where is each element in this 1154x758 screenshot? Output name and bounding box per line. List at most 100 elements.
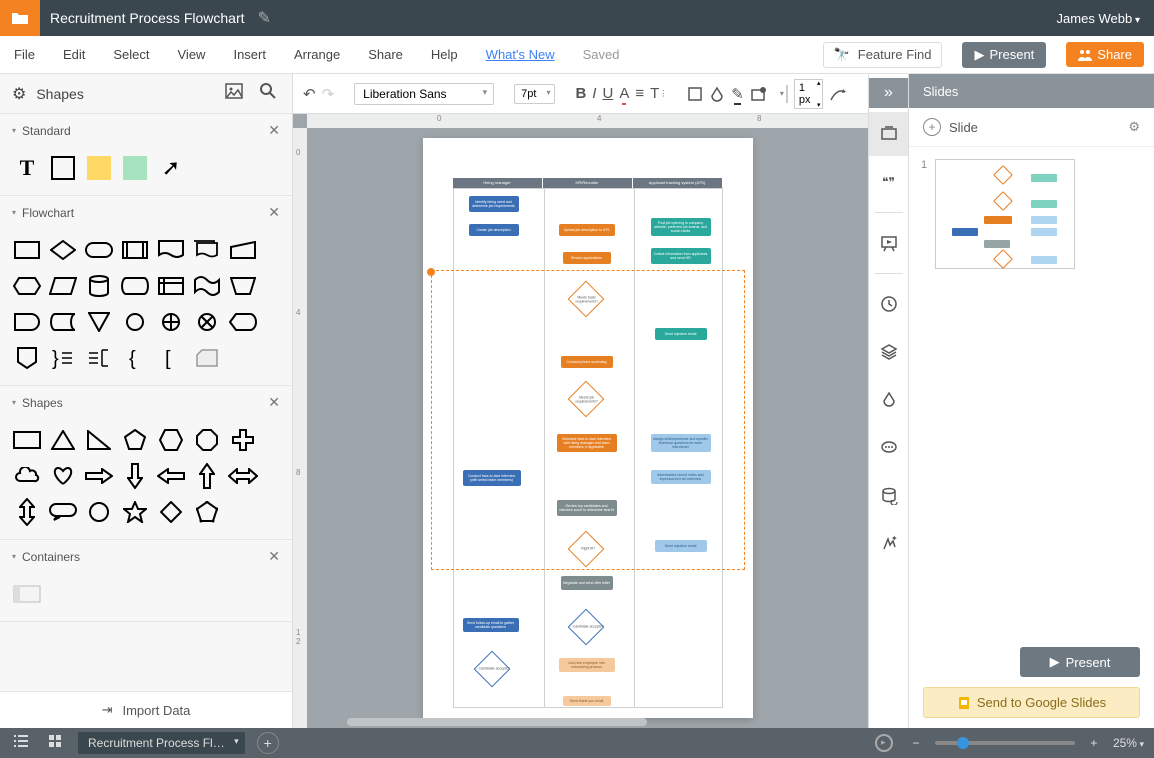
line-color-button[interactable]: ✎ bbox=[731, 82, 744, 106]
chat-tab-icon[interactable] bbox=[869, 426, 909, 470]
fc-delay[interactable] bbox=[12, 307, 42, 337]
flowchart-node[interactable]: Assign skill/experience and specific tec… bbox=[651, 434, 711, 452]
flowchart-node[interactable]: Send follow-up email to gather candidate… bbox=[463, 618, 519, 632]
fc-document[interactable] bbox=[156, 235, 186, 265]
flowchart-node[interactable]: Conduct face-to-face interview (with sel… bbox=[463, 470, 521, 486]
shape-note[interactable] bbox=[87, 156, 111, 180]
fc-predefined[interactable] bbox=[120, 235, 150, 265]
bold-button[interactable]: B bbox=[575, 82, 586, 106]
present-tab-icon[interactable] bbox=[869, 221, 909, 265]
actions-tab-icon[interactable]: ✦ bbox=[869, 522, 909, 566]
section-standard[interactable]: Standard✕ bbox=[0, 114, 292, 147]
layers-tab-icon[interactable] bbox=[869, 330, 909, 374]
underline-button[interactable]: U bbox=[602, 82, 613, 106]
collapse-panel-button[interactable]: » bbox=[869, 78, 908, 108]
comments-tab-icon[interactable]: ❝❞ bbox=[869, 160, 909, 204]
sh-hexagon[interactable] bbox=[156, 425, 186, 455]
present-button-panel[interactable]: ▶ Present bbox=[1020, 647, 1140, 677]
flowchart-node[interactable]: Interviewers record notes and impression… bbox=[651, 470, 711, 484]
menu-help[interactable]: Help bbox=[427, 43, 462, 66]
fc-brace2[interactable]: { bbox=[120, 343, 150, 373]
shape-square[interactable] bbox=[51, 156, 75, 180]
fc-summing[interactable] bbox=[192, 307, 222, 337]
font-select[interactable]: Liberation Sans bbox=[354, 83, 494, 105]
flowchart-node[interactable]: Review top candidates and interview scor… bbox=[557, 500, 617, 516]
fc-manualinput[interactable] bbox=[228, 235, 258, 265]
shape-block[interactable] bbox=[123, 156, 147, 180]
fc-bracket[interactable]: [ bbox=[156, 343, 186, 373]
text-options-button[interactable]: T⋮ bbox=[650, 82, 667, 106]
close-icon[interactable]: ✕ bbox=[268, 548, 280, 565]
zoom-slider[interactable] bbox=[935, 741, 1075, 745]
close-icon[interactable]: ✕ bbox=[268, 204, 280, 221]
fc-stored[interactable] bbox=[48, 307, 78, 337]
fc-process[interactable] bbox=[12, 235, 42, 265]
fc-directdata[interactable] bbox=[120, 271, 150, 301]
fc-data[interactable] bbox=[48, 271, 78, 301]
zoom-in-button[interactable]: + bbox=[1083, 736, 1105, 750]
section-shapes[interactable]: Shapes✕ bbox=[0, 386, 292, 419]
container-swim[interactable] bbox=[12, 579, 42, 609]
feature-find-button[interactable]: 🔭 Feature Find bbox=[823, 42, 943, 68]
sh-arrow-r[interactable] bbox=[84, 461, 114, 491]
flowchart-node[interactable]: Send rejection email bbox=[655, 328, 707, 340]
sh-circle[interactable] bbox=[84, 497, 114, 527]
fc-offpage[interactable] bbox=[12, 343, 42, 373]
fc-database[interactable] bbox=[84, 271, 114, 301]
flowchart-node[interactable]: Add new employee into onboarding process bbox=[559, 658, 615, 672]
outline-view-button[interactable] bbox=[10, 734, 32, 753]
sh-arrow-u[interactable] bbox=[192, 461, 222, 491]
sh-triangle[interactable] bbox=[48, 425, 78, 455]
fc-terminator[interactable] bbox=[84, 235, 114, 265]
flowchart-node[interactable]: Identify hiring need and determine job r… bbox=[469, 196, 519, 212]
sh-arrow-ud[interactable] bbox=[12, 497, 42, 527]
fc-brace[interactable]: } bbox=[48, 343, 78, 373]
folder-icon[interactable] bbox=[0, 0, 40, 36]
fc-preparation[interactable] bbox=[12, 271, 42, 301]
lane-header[interactable]: Hiring manager bbox=[453, 178, 543, 188]
line-style-select[interactable] bbox=[786, 85, 788, 103]
fill-button[interactable] bbox=[687, 82, 703, 106]
sh-diamond2[interactable] bbox=[156, 497, 186, 527]
flowchart-node[interactable]: Collect information from applicants and … bbox=[651, 248, 711, 264]
add-page-button[interactable]: + bbox=[257, 732, 279, 754]
menu-share[interactable]: Share bbox=[364, 43, 407, 66]
zoom-out-button[interactable]: − bbox=[905, 736, 927, 750]
menu-whats-new[interactable]: What's New bbox=[482, 43, 559, 66]
page-tab[interactable]: Recruitment Process Fl… bbox=[78, 732, 245, 754]
zoom-level[interactable]: 25% bbox=[1113, 736, 1144, 750]
flowchart-node[interactable]: Send rejection email bbox=[655, 540, 707, 552]
shape-options-button[interactable] bbox=[750, 82, 766, 106]
image-icon[interactable] bbox=[222, 83, 246, 104]
menu-insert[interactable]: Insert bbox=[229, 43, 270, 66]
sh-cloud[interactable] bbox=[12, 461, 42, 491]
fc-merge[interactable] bbox=[84, 307, 114, 337]
sh-cross[interactable] bbox=[228, 425, 258, 455]
edit-title-icon[interactable]: ✎ bbox=[258, 8, 271, 28]
flowchart-node[interactable]: Negotiate and send offer letter bbox=[561, 576, 613, 590]
present-button[interactable]: ▶ Present bbox=[962, 42, 1046, 68]
document-title[interactable]: Recruitment Process Flowchart bbox=[40, 10, 255, 26]
fc-connector[interactable] bbox=[120, 307, 150, 337]
send-to-google-slides-button[interactable]: Send to Google Slides bbox=[923, 687, 1140, 718]
menu-edit[interactable]: Edit bbox=[59, 43, 89, 66]
flowchart-node[interactable]: Post job opening to company website, pre… bbox=[651, 218, 711, 236]
fc-paper[interactable] bbox=[192, 271, 222, 301]
undo-button[interactable]: ↶ bbox=[303, 82, 316, 106]
font-color-button[interactable]: A bbox=[619, 82, 629, 106]
line-options-button[interactable] bbox=[829, 82, 847, 106]
font-size-select[interactable]: 7pt bbox=[514, 84, 555, 104]
flowchart-node[interactable]: Schedule face-to-face interview with hir… bbox=[557, 434, 617, 452]
themes-tab-icon[interactable] bbox=[869, 378, 909, 422]
fc-internal[interactable] bbox=[156, 271, 186, 301]
grid-view-button[interactable] bbox=[44, 734, 66, 753]
more-button[interactable]: ⋯MORE bbox=[867, 79, 868, 108]
fc-display[interactable] bbox=[228, 307, 258, 337]
selection-handle[interactable] bbox=[427, 268, 435, 276]
fc-note[interactable] bbox=[84, 343, 114, 373]
sh-callout[interactable] bbox=[48, 497, 78, 527]
sh-octagon[interactable] bbox=[192, 425, 222, 455]
italic-button[interactable]: I bbox=[592, 82, 596, 106]
history-tab-icon[interactable] bbox=[869, 282, 909, 326]
canvas[interactable]: Hiring manager HR/Recruiter Applicant tr… bbox=[307, 128, 868, 728]
